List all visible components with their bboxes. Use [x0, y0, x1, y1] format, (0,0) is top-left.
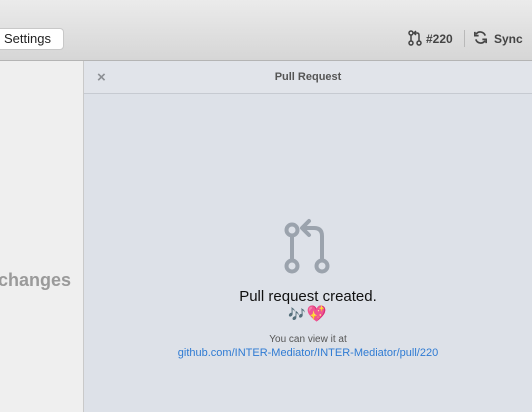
sync-icon [473, 30, 488, 48]
pull-request-number-button[interactable]: #220 [408, 29, 453, 49]
sync-button[interactable]: Sync [473, 30, 523, 48]
git-pull-request-icon [278, 216, 334, 283]
emoji-row: 🎶💖 [84, 304, 532, 324]
sheet-header: × Pull Request [84, 61, 532, 94]
pull-request-link[interactable]: github.com/INTER-Mediator/INTER-Mediator… [84, 347, 532, 359]
changes-pane: changes [0, 61, 84, 412]
sync-label: Sync [494, 32, 523, 46]
git-pull-request-icon [408, 29, 422, 49]
changes-label: changes [0, 270, 72, 290]
pull-request-number: #220 [426, 32, 453, 46]
toolbar: Settings #220 Sync [0, 0, 532, 61]
view-it-at-text: You can view it at [269, 334, 347, 345]
musical-notes-emoji: 🎶 [288, 306, 307, 322]
sparkling-heart-emoji: 💖 [306, 306, 328, 323]
pull-request-sheet: × Pull Request Pull request created. 🎶💖 … [84, 61, 532, 412]
toolbar-divider [464, 30, 465, 47]
pull-request-created-message: Pull request created. [239, 288, 377, 305]
sheet-title: Pull Request [274, 71, 342, 83]
settings-button[interactable]: Settings [0, 28, 64, 50]
